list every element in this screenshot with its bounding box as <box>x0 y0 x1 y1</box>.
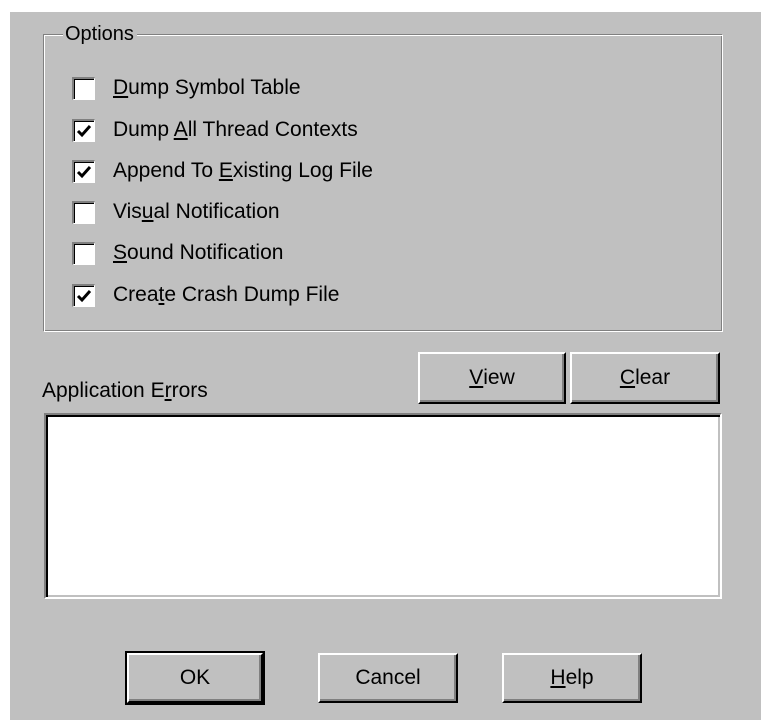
option-visual-notification[interactable]: Visual Notification <box>72 197 280 227</box>
options-groupbox: Options Dump Symbol Table Dump All Threa… <box>43 23 723 332</box>
clear-button[interactable]: Clear <box>570 352 720 404</box>
option-dump-symbol-table[interactable]: Dump Symbol Table <box>72 73 301 103</box>
option-label: Append To Existing Log File <box>113 159 373 182</box>
option-label: Dump All Thread Contexts <box>113 118 358 141</box>
option-label: Create Crash Dump File <box>113 283 340 306</box>
option-sound-notification[interactable]: Sound Notification <box>72 238 283 268</box>
option-label: Visual Notification <box>113 200 280 223</box>
ok-button[interactable]: OK <box>125 651 265 705</box>
check-mark-icon <box>76 289 92 302</box>
option-label: Dump Symbol Table <box>113 76 301 99</box>
view-button[interactable]: View <box>418 352 566 404</box>
option-dump-all-thread-contexts[interactable]: Dump All Thread Contexts <box>72 115 358 145</box>
checkbox-sound-notification[interactable] <box>72 241 95 265</box>
checkbox-append-to-existing-log-file[interactable] <box>72 159 95 183</box>
checkbox-create-crash-dump-file[interactable] <box>72 283 95 307</box>
drwatson-dialog: Options Dump Symbol Table Dump All Threa… <box>10 12 761 720</box>
checkbox-dump-symbol-table[interactable] <box>72 76 95 100</box>
checkbox-visual-notification[interactable] <box>72 200 95 224</box>
application-errors-label: Application Errors <box>42 379 208 402</box>
help-button[interactable]: Help <box>502 653 642 703</box>
option-append-to-existing-log-file[interactable]: Append To Existing Log File <box>72 156 373 186</box>
options-group-title: Options <box>63 23 137 45</box>
checkbox-dump-all-thread-contexts[interactable] <box>72 118 95 142</box>
option-create-crash-dump-file[interactable]: Create Crash Dump File <box>72 280 339 310</box>
application-errors-listbox[interactable] <box>44 413 722 599</box>
check-mark-icon <box>76 165 92 178</box>
check-mark-icon <box>76 124 92 137</box>
cancel-button[interactable]: Cancel <box>318 653 458 703</box>
option-label: Sound Notification <box>113 241 284 264</box>
